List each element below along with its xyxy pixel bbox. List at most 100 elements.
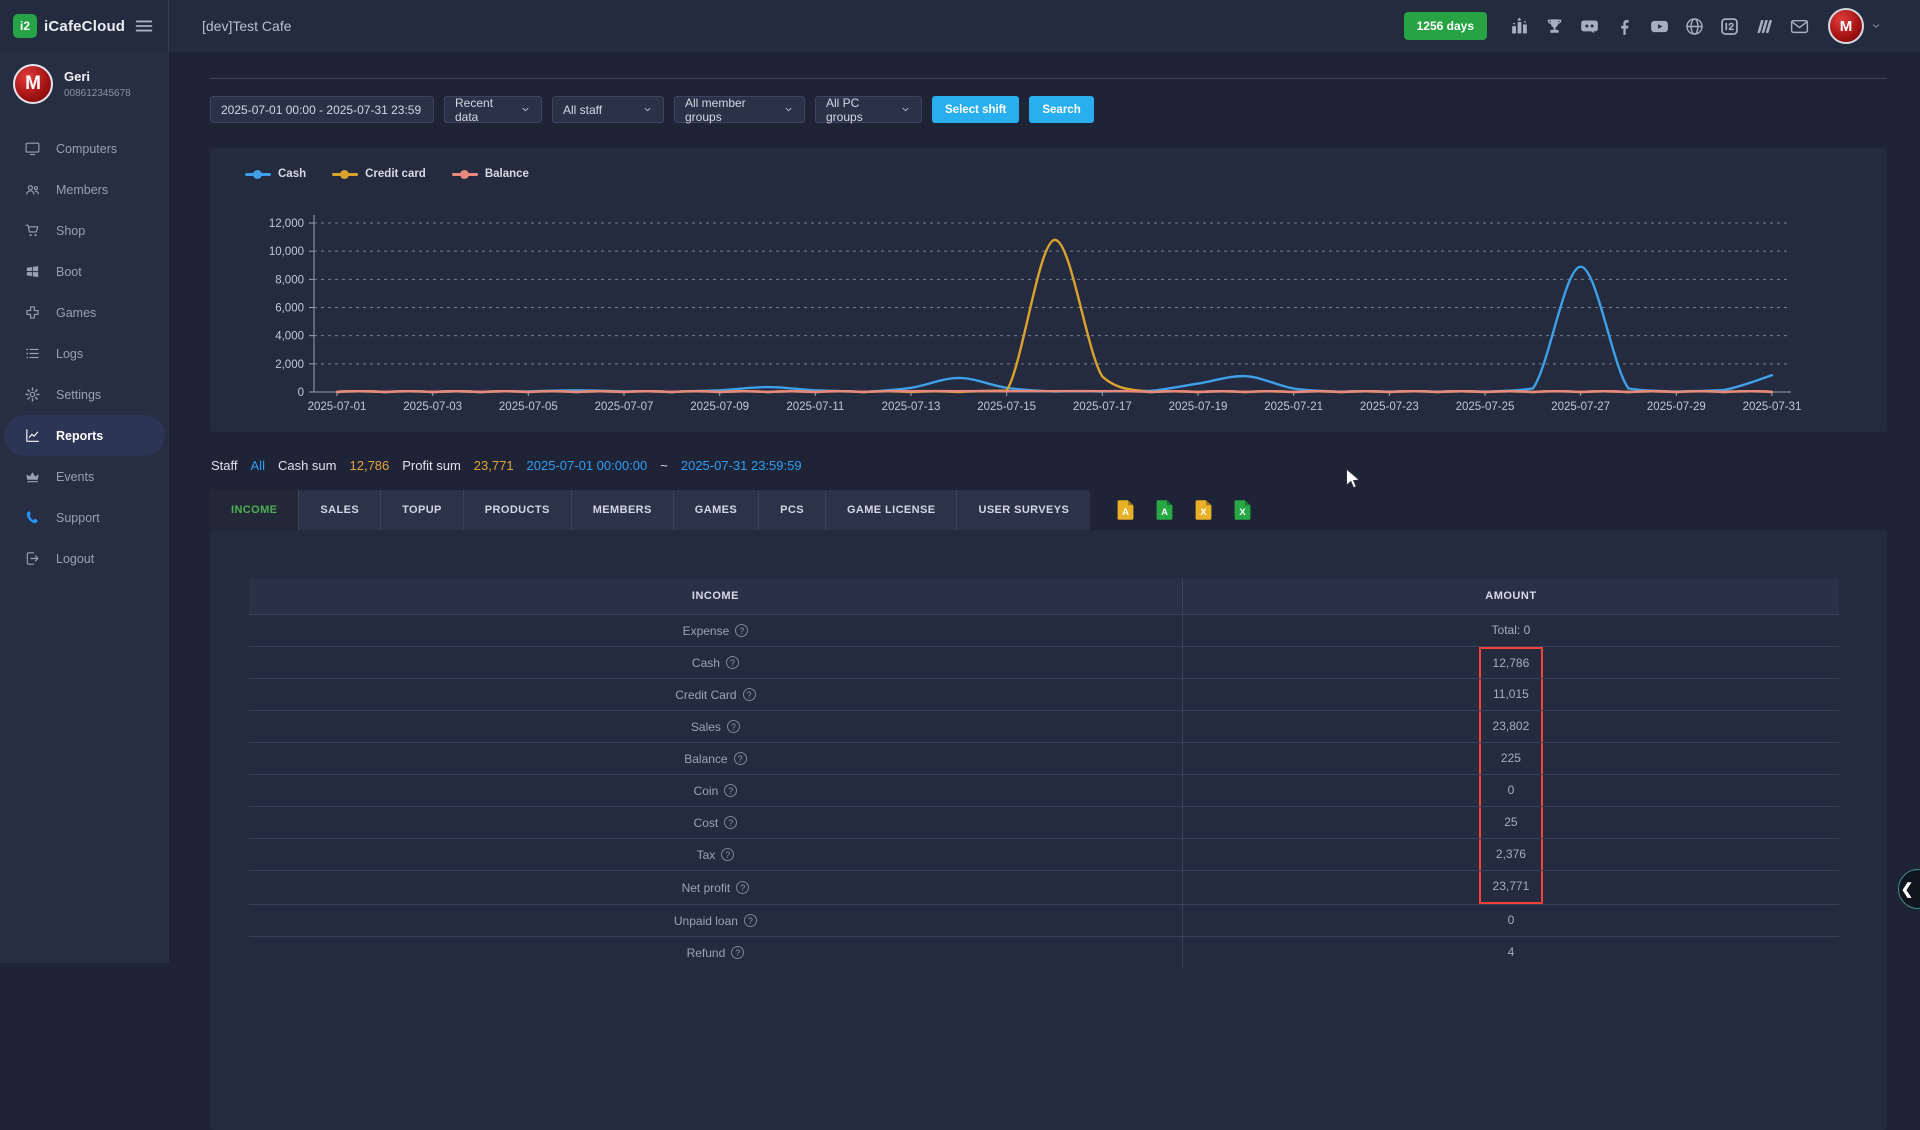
- summary-date-from: 2025-07-01 00:00:00: [527, 458, 648, 473]
- legend-item-balance[interactable]: Balance: [452, 168, 529, 180]
- topbar-right: 1256 days M: [1404, 8, 1920, 44]
- trophy-icon[interactable]: [1544, 16, 1565, 37]
- windows-icon: [24, 263, 41, 280]
- select-shift-button[interactable]: Select shift: [932, 96, 1019, 123]
- sidebar-item-reports[interactable]: Reports: [4, 415, 165, 456]
- svg-text:0: 0: [298, 387, 304, 399]
- tab-sales[interactable]: SALES: [299, 490, 381, 530]
- table-row-balance: Balance?225: [249, 743, 1839, 775]
- icafecloud-icon[interactable]: [1719, 16, 1740, 37]
- tab-members[interactable]: MEMBERS: [572, 490, 674, 530]
- discord-icon[interactable]: [1579, 16, 1600, 37]
- staff-label: Staff: [211, 458, 238, 473]
- mail-icon[interactable]: [1789, 16, 1810, 37]
- cart-icon: [24, 222, 41, 239]
- topbar: i2 iCafeCloud [dev]Test Cafe 1256 days M: [0, 0, 1920, 52]
- sidebar-item-computers[interactable]: Computers: [4, 128, 165, 169]
- svg-text:8,000: 8,000: [275, 274, 304, 286]
- export-excel-yellow-icon[interactable]: X: [1195, 500, 1212, 520]
- amount-value: 2,376: [1479, 839, 1543, 870]
- income-row-label: Net profit: [682, 881, 731, 895]
- summary-tilde: ~: [660, 458, 668, 473]
- income-row-label: Cash: [692, 656, 720, 670]
- header-divider: [210, 78, 1887, 79]
- export-pdf-yellow-icon[interactable]: A: [1117, 500, 1134, 520]
- help-icon: ?: [726, 656, 739, 669]
- sidebar-item-shop[interactable]: Shop: [4, 210, 165, 251]
- svg-text:2025-07-13: 2025-07-13: [882, 401, 941, 413]
- brand-logo[interactable]: i2 iCafeCloud: [13, 14, 125, 38]
- gamepad-icon: [24, 304, 41, 321]
- sidebar: M Geri 008612345678 Computers MembersShop…: [0, 52, 169, 963]
- legend-item-credit-card[interactable]: Credit card: [332, 168, 426, 180]
- filter-select-all-member-groups[interactable]: All member groups: [674, 96, 805, 123]
- tab-user-surveys[interactable]: USER SURVEYS: [957, 490, 1090, 530]
- chevron-down-icon[interactable]: [1870, 20, 1882, 32]
- sidebar-user: M Geri 008612345678: [0, 52, 169, 114]
- amount-value: Total: 0: [1479, 615, 1543, 646]
- svg-text:2025-07-01: 2025-07-01: [308, 401, 367, 413]
- filter-select-recent-data[interactable]: Recent data: [444, 96, 542, 123]
- youtube-icon[interactable]: [1649, 16, 1670, 37]
- tab-games[interactable]: GAMES: [674, 490, 759, 530]
- sidebar-item-settings[interactable]: Settings: [4, 374, 165, 415]
- tab-game-license[interactable]: GAME LICENSE: [826, 490, 958, 530]
- filter-select-all-staff[interactable]: All staff: [552, 96, 664, 123]
- date-range-input[interactable]: 2025-07-01 00:00 - 2025-07-31 23:59: [210, 96, 434, 123]
- sidebar-item-boot[interactable]: Boot: [4, 251, 165, 292]
- sidebar-item-events[interactable]: Events: [4, 456, 165, 497]
- sidebar-item-members[interactable]: Members: [4, 169, 165, 210]
- filter-select-all-pc-groups[interactable]: All PC groups: [815, 96, 922, 123]
- sidebar-item-support[interactable]: Support: [4, 497, 165, 538]
- sidebar-item-logs[interactable]: Logs: [4, 333, 165, 374]
- export-pdf-green-icon[interactable]: A: [1156, 500, 1173, 520]
- export-excel-green-icon[interactable]: X: [1234, 500, 1251, 520]
- svg-text:A: A: [1122, 507, 1129, 518]
- select-value: All PC groups: [826, 96, 892, 124]
- tab-income[interactable]: INCOME: [210, 490, 299, 530]
- svg-text:2025-07-29: 2025-07-29: [1647, 401, 1706, 413]
- facebook-icon[interactable]: [1614, 16, 1635, 37]
- sidebar-item-label: Settings: [56, 388, 101, 402]
- tab-topup[interactable]: TOPUP: [381, 490, 464, 530]
- select-value: All staff: [563, 103, 602, 117]
- logout-icon: [24, 550, 41, 567]
- svg-text:2025-07-09: 2025-07-09: [690, 401, 749, 413]
- legend-item-cash[interactable]: Cash: [245, 168, 306, 180]
- tab-products[interactable]: PRODUCTS: [464, 490, 572, 530]
- days-remaining-badge[interactable]: 1256 days: [1404, 12, 1487, 40]
- income-row-label: Refund: [687, 946, 726, 960]
- sidebar-item-label: Computers: [56, 142, 117, 156]
- hamburger-menu-icon[interactable]: [133, 15, 155, 37]
- table-row-coin: Coin?0: [249, 775, 1839, 807]
- search-button[interactable]: Search: [1029, 96, 1093, 123]
- help-icon: ?: [724, 784, 737, 797]
- amount-value: 25: [1479, 807, 1543, 838]
- user-avatar[interactable]: M: [13, 64, 53, 104]
- income-row-label: Cost: [694, 816, 719, 830]
- select-value: All member groups: [685, 96, 775, 124]
- help-icon: ?: [743, 688, 756, 701]
- cash-sum-label: Cash sum: [278, 458, 337, 473]
- svg-text:2025-07-07: 2025-07-07: [595, 401, 654, 413]
- income-row-label: Unpaid loan: [674, 914, 738, 928]
- amount-value: 23,771: [1479, 871, 1543, 904]
- layers-icon[interactable]: [1754, 16, 1775, 37]
- legend-marker: [245, 173, 271, 176]
- gear-icon: [24, 386, 41, 403]
- avatar[interactable]: M: [1828, 8, 1864, 44]
- series-balance: [337, 391, 1772, 392]
- globe-icon[interactable]: [1684, 16, 1705, 37]
- sidebar-item-label: Events: [56, 470, 94, 484]
- sidebar-item-logout[interactable]: Logout: [4, 538, 165, 579]
- profit-sum-label: Profit sum: [402, 458, 461, 473]
- ranking-icon[interactable]: [1509, 16, 1530, 37]
- sidebar-item-label: Logout: [56, 552, 94, 566]
- table-row-cash: Cash?12,786: [249, 647, 1839, 679]
- sidebar-item-games[interactable]: Games: [4, 292, 165, 333]
- help-icon: ?: [735, 624, 748, 637]
- help-icon: ?: [744, 914, 757, 927]
- tab-pcs[interactable]: PCS: [759, 490, 826, 530]
- staff-value-link[interactable]: All: [251, 458, 265, 473]
- table-row-tax: Tax?2,376: [249, 839, 1839, 871]
